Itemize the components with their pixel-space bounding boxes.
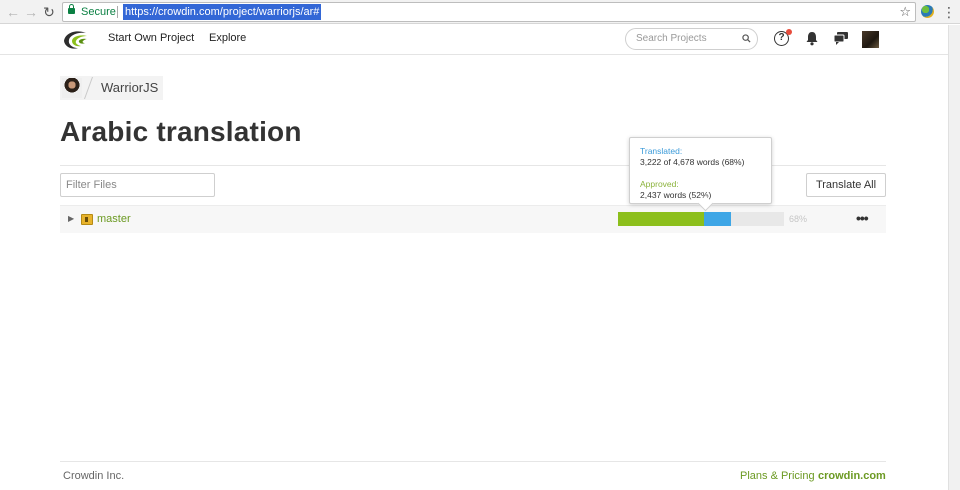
tooltip-approved-label: Approved: [640,179,679,189]
search-input[interactable]: Search Projects [625,28,758,50]
more-options-icon[interactable]: ••• [856,210,869,226]
nav-start-own-project[interactable]: Start Own Project [108,32,194,44]
user-avatar[interactable] [862,31,879,48]
reload-icon[interactable]: ↻ [40,3,58,21]
bell-icon[interactable] [805,31,819,46]
tooltip-translated-label: Translated: [640,146,683,156]
project-owner-avatar[interactable] [62,78,82,98]
branch-name-link[interactable]: master [97,213,131,225]
footer-brand-link[interactable]: crowdin.com [818,470,886,482]
table-row[interactable]: ▶ master 68% ••• [60,205,886,233]
footer-company: Crowdin Inc. [63,470,125,482]
url-text[interactable]: https://crowdin.com/project/warriorjs/ar… [123,4,322,20]
branch-icon [81,214,93,225]
forward-icon[interactable]: → [22,3,40,21]
tooltip-approved-value: 2,437 words (52%) [640,190,712,200]
crowdin-logo-icon[interactable] [62,29,88,51]
bookmark-star-icon[interactable]: ☆ [899,3,911,21]
browser-menu-icon[interactable]: ⋮ [942,3,956,21]
site-header: Start Own Project Explore Search Project… [0,25,948,55]
nav-explore[interactable]: Explore [209,32,246,44]
footer-plans-link[interactable]: Plans & Pricing [740,470,815,482]
messages-icon[interactable] [833,31,849,45]
browser-toolbar: ← → ↻ Secure https://crowdin.com/project… [0,0,960,24]
page-title: Arabic translation [60,116,302,147]
notification-dot-icon [786,29,792,35]
breadcrumb-project-link[interactable]: WarriorJS [101,80,158,95]
back-icon[interactable]: ← [4,3,22,21]
secure-label: Secure [81,6,116,18]
translation-progress-bar[interactable] [618,212,784,226]
filter-files-input[interactable] [60,173,215,197]
breadcrumb-separator [83,77,94,99]
help-icon[interactable]: ? [774,29,792,46]
page-scrollbar[interactable] [948,25,960,490]
extension-icon[interactable] [921,5,934,18]
address-bar[interactable]: Secure https://crowdin.com/project/warri… [62,2,916,22]
footer-divider [60,461,886,462]
progress-tooltip: Translated: 3,222 of 4,678 words (68%) A… [629,137,772,204]
progress-percent-label: 68% [789,214,808,224]
search-placeholder: Search Projects [636,33,707,44]
expand-arrow-icon[interactable]: ▶ [68,214,74,223]
lock-icon [68,4,75,14]
progress-approved-segment [618,212,705,226]
address-separator [117,6,118,18]
translate-all-button[interactable]: Translate All [806,173,886,197]
search-icon[interactable] [742,34,751,43]
tooltip-translated-value: 3,222 of 4,678 words (68%) [640,157,745,167]
breadcrumb: WarriorJS [60,76,163,100]
